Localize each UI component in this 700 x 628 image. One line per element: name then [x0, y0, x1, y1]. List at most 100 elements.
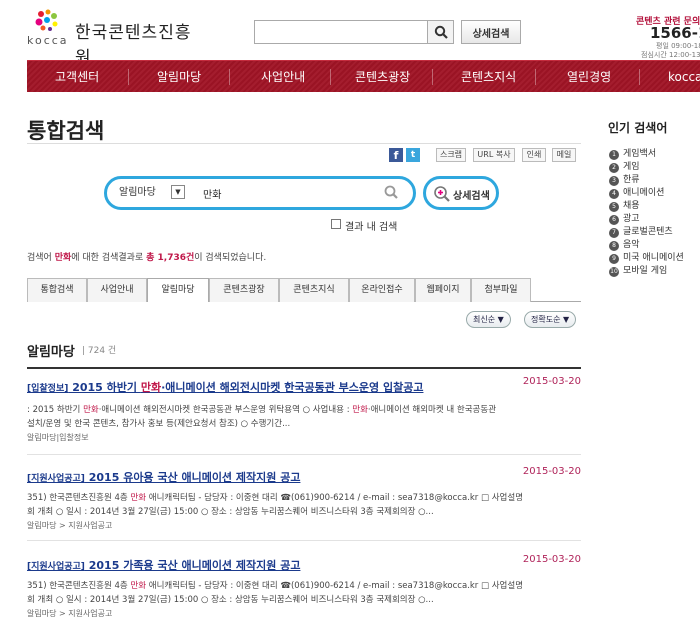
tab-webpage[interactable]: 웹페이지: [415, 278, 471, 302]
summary-total: 총 1,736건: [146, 253, 195, 263]
gnb-item-kocca[interactable]: kocca: [668, 61, 700, 93]
kocca-logo[interactable]: kocca 한국콘텐츠진흥원: [27, 8, 207, 68]
popular-keywords-title: 인기 검색어: [608, 121, 668, 135]
section-title: 알림마당: [27, 345, 75, 360]
section-count: | 724 건: [82, 346, 117, 356]
result-title-link[interactable]: [지원사업공고] 2015 유아용 국산 애니메이션 제작지원 공고: [27, 469, 300, 485]
result-snippet-line2: 회 개최 ○ 일시 : 2014년 3월 27일(금) 15:00 ○ 장소 :…: [27, 595, 434, 605]
popular-keyword-item[interactable]: 7 글로벌콘텐츠: [609, 224, 673, 238]
snippet-text: 애니캐릭터팀 - 담당자 : 이중현 대리 ☎(061)900-6214 / e…: [146, 493, 524, 503]
tel-number: 1566-11: [650, 24, 700, 42]
snippet-keyword: 만화: [352, 405, 368, 415]
result-divider: [27, 540, 581, 541]
tab-all[interactable]: 통합검색: [27, 278, 87, 302]
snippet-keyword: 만화: [130, 493, 147, 503]
result-snippet: 351) 한국콘텐츠진흥원 4층 만화 애니캐릭터팀 - 담당자 : 이중현 대…: [27, 579, 523, 591]
summary-text: 이 검색되었습니다.: [194, 253, 267, 263]
popular-keyword-label: 음악: [623, 240, 640, 250]
top-search-input[interactable]: [255, 21, 425, 43]
sort-latest-button[interactable]: 최신순 ▼: [466, 311, 511, 328]
logo-mark-icon: [35, 9, 58, 31]
top-search-button[interactable]: [427, 21, 453, 43]
result-item: [입찰정보] 2015 하반기 만화·애니메이션 해외전시마켓 한국공동관 부스…: [27, 376, 581, 455]
popular-keyword-item[interactable]: 10 모바일 게임: [609, 263, 668, 277]
popular-keyword-item[interactable]: 6 광고: [609, 211, 640, 225]
popular-keyword-item[interactable]: 3 한류: [609, 172, 640, 186]
tab-content-knowledge[interactable]: 콘텐츠지식: [279, 278, 349, 302]
logo-text-en: kocca: [27, 34, 69, 47]
copy-url-button[interactable]: URL 복사: [473, 148, 515, 162]
sort-accuracy-button[interactable]: 정확도순 ▼: [524, 311, 577, 328]
tab-online-application[interactable]: 온라인접수: [349, 278, 415, 302]
popular-keyword-label: 채용: [623, 201, 640, 211]
tab-attachment[interactable]: 첨부파일: [471, 278, 531, 302]
gnb-item-open-management[interactable]: 열린경영: [567, 61, 611, 93]
result-snippet-line2: 설치/운영 및 한국 콘텐츠, 참가사 홍보 등(제안요청서 참조) ○ 수행기…: [27, 419, 291, 429]
snippet-text: 애니캐릭터팀 - 담당자 : 이중현 대리 ☎(061)900-6214 / e…: [146, 581, 524, 591]
summary-text: 검색어: [27, 253, 55, 263]
popular-keyword-label: 애니메이션: [623, 188, 665, 198]
popular-keyword-item[interactable]: 2 게임: [609, 159, 640, 173]
gnb-divider: [330, 69, 331, 85]
snippet-keyword: 만화: [83, 405, 99, 415]
popular-keyword-label: 글로벌콘텐츠: [623, 227, 673, 237]
global-navigation: 고객센터 알림마당 사업안내 콘텐츠광장 콘텐츠지식 열린경영 kocca: [27, 60, 700, 92]
rank-badge: 10: [609, 267, 619, 277]
result-title-link[interactable]: [입찰정보] 2015 하반기 만화·애니메이션 해외전시마켓 한국공동관 부스…: [27, 379, 423, 395]
email-button[interactable]: 메일: [552, 148, 576, 162]
popular-keyword-item[interactable]: 1 게임백서: [609, 146, 657, 160]
result-date: 2015-03-20: [522, 554, 581, 565]
result-path[interactable]: 알림마당 > 지원사업공고: [27, 520, 112, 531]
divider: [27, 143, 581, 144]
detail-search-button[interactable]: 상세검색: [423, 176, 499, 210]
tel-lunch-hours: 점심시간 12:00-13: [641, 51, 700, 59]
print-button[interactable]: 인쇄: [522, 148, 546, 162]
twitter-share-icon[interactable]: t: [406, 148, 420, 162]
result-path[interactable]: 알림마당|입찰정보: [27, 432, 89, 443]
snippet-text: ·애니메이션 해외마켓 내 한국공동관: [367, 405, 497, 415]
tab-notice[interactable]: 알림마당: [147, 278, 209, 302]
gnb-item-content-knowledge[interactable]: 콘텐츠지식: [461, 61, 516, 93]
snippet-text: ·애니메이션 해외전시마켓 한국공동관 부스운영 위탁용역 ○ 사업내용 :: [98, 405, 353, 415]
result-title-link[interactable]: [지원사업공고] 2015 가족용 국산 애니메이션 제작지원 공고: [27, 557, 300, 573]
zoom-plus-icon: [434, 186, 450, 202]
result-tag: [지원사업공고]: [27, 474, 85, 484]
popular-keyword-item[interactable]: 8 음악: [609, 237, 640, 251]
popular-keyword-label: 게임백서: [623, 149, 657, 159]
facebook-share-icon[interactable]: f: [389, 148, 403, 162]
result-title-text: ·애니메이션 해외전시마켓 한국공동관 부스운영 입찰공고: [161, 381, 424, 394]
snippet-text: : 2015 하반기: [27, 405, 84, 415]
result-title-text: 2015 유아용 국산 애니메이션 제작지원 공고: [84, 471, 301, 484]
popular-keyword-item[interactable]: 5 채용: [609, 198, 640, 212]
result-snippet: 351) 한국콘텐츠진흥원 4층 만화 애니캐릭터팀 - 담당자 : 이중현 대…: [27, 491, 523, 503]
result-path[interactable]: 알림마당 > 지원사업공고: [27, 608, 112, 619]
tab-business[interactable]: 사업안내: [87, 278, 147, 302]
section-divider: [27, 367, 581, 369]
popular-keyword-item[interactable]: 9 미국 애니메이션: [609, 250, 684, 264]
tab-content-plaza[interactable]: 콘텐츠광장: [209, 278, 279, 302]
summary-text: 에 대한 검색결과로: [71, 253, 147, 263]
result-date: 2015-03-20: [522, 466, 581, 477]
gnb-item-notice[interactable]: 알림마당: [157, 61, 201, 93]
popular-keyword-label: 광고: [623, 214, 640, 224]
search-input[interactable]: [203, 184, 373, 202]
popular-keyword-item[interactable]: 4 애니메이션: [609, 185, 665, 199]
scrap-button[interactable]: 스크랩: [436, 148, 466, 162]
snippet-text: 351) 한국콘텐츠진흥원 4층: [27, 493, 131, 503]
result-snippet-line2: 회 개최 ○ 일시 : 2014년 3월 27일(금) 15:00 ○ 장소 :…: [27, 507, 434, 517]
popular-keyword-label: 모바일 게임: [623, 266, 668, 276]
result-summary: 검색어 만화에 대한 검색결과로 총 1,736건이 검색되었습니다.: [27, 250, 266, 263]
chevron-down-icon[interactable]: ▼: [171, 185, 185, 199]
gnb-item-content-plaza[interactable]: 콘텐츠광장: [355, 61, 410, 93]
search-icon[interactable]: [383, 184, 399, 200]
search-within-checkbox[interactable]: [331, 219, 341, 229]
gnb-divider: [229, 69, 230, 85]
result-title-text: 2015 하반기: [68, 381, 141, 394]
result-snippet: : 2015 하반기 만화·애니메이션 해외전시마켓 한국공동관 부스운영 위탁…: [27, 403, 496, 415]
summary-keyword: 만화: [54, 253, 72, 263]
gnb-item-customer[interactable]: 고객센터: [55, 61, 99, 93]
gnb-item-business[interactable]: 사업안내: [261, 61, 305, 93]
top-detail-search-button[interactable]: 상세검색: [461, 20, 521, 44]
search-icon: [434, 25, 448, 39]
result-tag: [지원사업공고]: [27, 562, 85, 572]
